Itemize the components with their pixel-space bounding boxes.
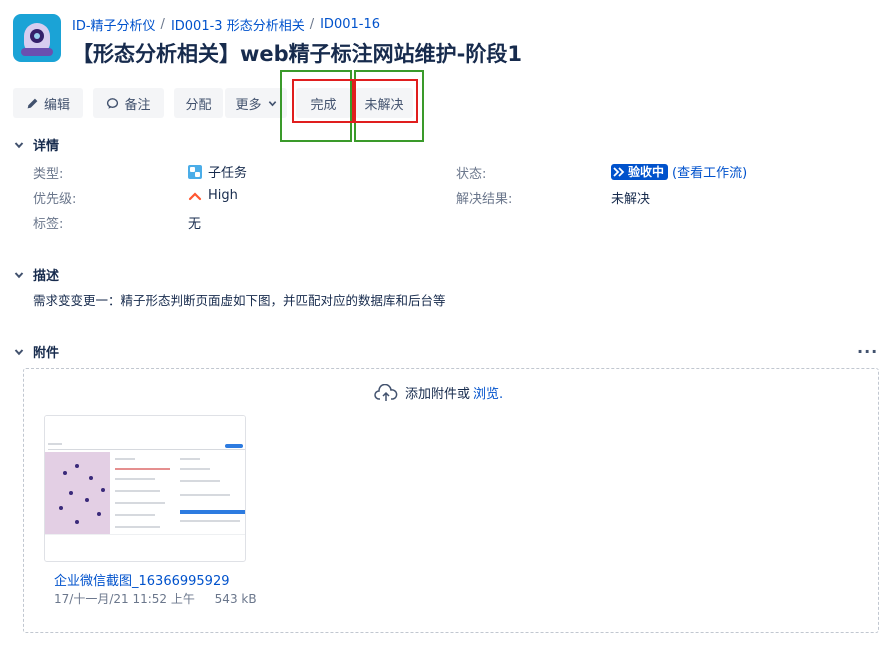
description-text[interactable]: 需求变变更一：精子形态判断页面虚如下图，并匹配对应的数据库和后台等 [33,290,446,309]
thumb-line [115,502,165,504]
attachment-date: 17/十一月/21 11:52 上午 [54,592,195,606]
status-value: 验收中 (查看工作流) [611,162,747,181]
thumb-dot [85,498,89,502]
cloud-upload-icon [374,383,398,401]
thumb-blue-bar [180,510,245,514]
thumb-line [115,514,155,516]
chevron-down-icon [268,100,276,106]
thumb-dot [97,512,101,516]
thumb-line [115,468,170,470]
comment-button[interactable]: 备注 [93,88,164,118]
assign-button-label: 分配 [185,97,212,113]
status-lozenge[interactable]: 验收中 [611,163,669,180]
thumb-line [115,490,160,492]
attachments-more-button[interactable]: ··· [857,342,878,361]
robot-feet [21,48,53,56]
attachment-size: 543 kB [214,592,257,606]
pencil-icon [27,98,38,108]
details-section-toggle[interactable]: 详情 [13,135,59,154]
attachment-file-name[interactable]: 企业微信截图_16366995929 [54,570,246,589]
thumb-dot [89,476,93,480]
resolution-label: 解决结果: [456,192,513,207]
thumb-line [115,478,155,480]
more-button[interactable]: 更多 [225,88,287,118]
priority-value: High [188,188,238,203]
thumb-line [180,480,220,482]
priority-value-text: High [208,188,238,203]
project-avatar[interactable] [13,14,61,62]
breadcrumb-parent-issue[interactable]: ID001-3 形态分析相关 [171,15,305,34]
dropzone-text: 添加附件或 [405,387,471,402]
view-workflow-link[interactable]: (查看工作流) [672,162,747,181]
more-button-label: 更多 [235,97,262,113]
thumb-pill [225,444,243,448]
thumb-line [48,443,62,445]
comment-button-label: 备注 [124,97,151,113]
attachment-thumbnail[interactable] [44,415,246,562]
edit-button-label: 编辑 [43,97,70,113]
status-value-text: 验收中 [628,165,665,179]
breadcrumb-separator: / [160,17,165,32]
thumb-dot [63,471,67,475]
attachment-file-meta: 17/十一月/21 11:52 上午 543 kB [54,590,257,607]
thumb-dot [59,506,63,510]
issue-title: 【形态分析相关】web精子标注网站维护-阶段1 [72,42,523,66]
edit-button[interactable]: 编辑 [13,88,83,118]
thumb-dot [101,488,105,492]
breadcrumb-issue-key[interactable]: ID001-16 [320,17,380,32]
details-heading: 详情 [33,139,60,154]
type-value-text: 子任务 [208,166,248,181]
labels-value: 无 [188,217,202,232]
unresolved-button[interactable]: 未解决 [355,88,413,118]
thumb-dot [75,464,79,468]
chevron-down-icon [13,269,25,281]
assign-button[interactable]: 分配 [174,88,223,118]
robot-eye-highlight [34,33,40,39]
type-value: 子任务 [188,162,247,181]
thumb-dot [75,520,79,524]
browse-link[interactable]: 浏览. [473,383,503,402]
chevron-down-icon [13,346,25,358]
thumb-line [180,458,200,460]
priority-high-icon [188,191,202,200]
description-heading: 描述 [33,269,60,284]
description-section-toggle[interactable]: 描述 [13,265,59,284]
attachments-heading: 附件 [33,346,60,361]
type-label: 类型: [33,167,64,182]
dropzone-prompt: 添加附件或 浏览. [374,383,503,402]
labels-label: 标签: [33,217,64,232]
comment-icon [107,97,119,109]
breadcrumb-separator: / [309,17,315,32]
thumb-dot [69,491,73,495]
subtask-icon [188,164,202,179]
thumb-line [45,534,245,535]
thumbnail-header [45,416,245,452]
attachments-section-toggle[interactable]: 附件 [13,342,59,361]
chevron-down-icon [13,139,25,151]
thumb-line [180,520,240,522]
thumb-line [115,526,160,528]
done-button-label: 完成 [310,97,337,113]
thumb-line [180,494,230,496]
unresolved-button-label: 未解决 [364,97,404,113]
thumb-line [115,458,135,460]
breadcrumb: ID-精子分析仪 / ID001-3 形态分析相关 / ID001-16 [72,15,380,34]
done-button[interactable]: 完成 [296,88,351,118]
thumb-line [48,449,245,450]
breadcrumb-project[interactable]: ID-精子分析仪 [72,15,156,34]
priority-label: 优先级: [33,192,77,207]
double-chevron-right-icon [613,166,625,178]
thumb-line [180,468,210,470]
status-label: 状态: [456,167,487,182]
resolution-value: 未解决 [611,192,651,207]
